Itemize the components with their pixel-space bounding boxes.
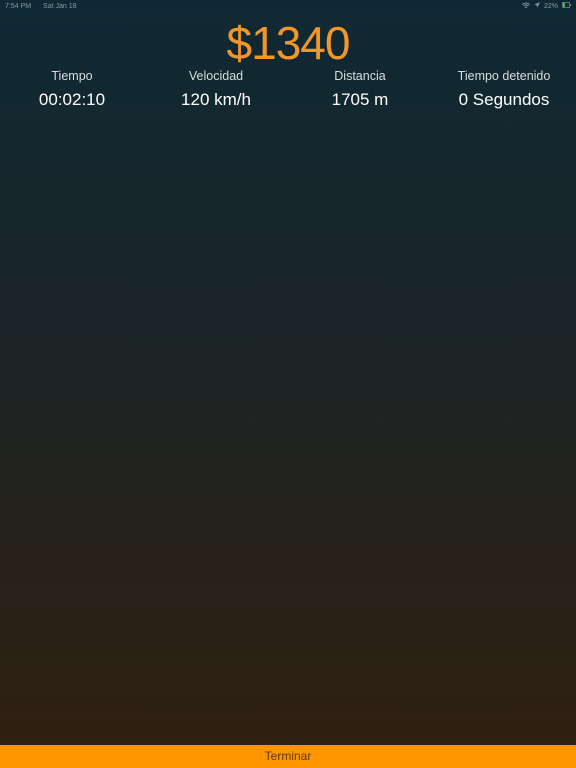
location-arrow-icon: [534, 2, 540, 10]
status-bar-left: 7:54 PM Sat Jan 18: [5, 3, 87, 10]
stat-distance-value: 1705 m: [331, 90, 389, 109]
status-bar-right: 22%: [522, 2, 571, 11]
stat-distance-label: Distancia: [334, 69, 386, 83]
wifi-icon: [522, 2, 530, 11]
trip-stats: Tiempo 00:02:10 Velocidad 120 km/h Dista…: [0, 68, 576, 110]
stat-speed: Velocidad 120 km/h: [144, 68, 288, 110]
stat-stopped-time-label: Tiempo detenido: [457, 69, 551, 83]
trip-fare: $1340: [226, 17, 351, 69]
finish-trip-button[interactable]: Terminar: [0, 745, 576, 768]
stat-speed-label: Velocidad: [188, 69, 244, 83]
stat-speed-value: 120 km/h: [181, 90, 251, 109]
status-date: Sat Jan 18: [43, 2, 77, 10]
stat-time-label: Tiempo: [51, 69, 93, 83]
battery-icon: [562, 2, 571, 10]
stat-time-value: 00:02:10: [38, 90, 106, 109]
stat-distance: Distancia 1705 m: [288, 68, 432, 110]
status-bar: 7:54 PM Sat Jan 18 22%: [0, 0, 576, 12]
stat-stopped-time-value: 0 Segundos: [458, 90, 550, 109]
battery-percent: 22%: [543, 2, 558, 10]
stat-time: Tiempo 00:02:10: [0, 68, 144, 110]
status-time: 7:54 PM: [5, 2, 32, 10]
stat-stopped-time: Tiempo detenido 0 Segundos: [432, 68, 576, 110]
